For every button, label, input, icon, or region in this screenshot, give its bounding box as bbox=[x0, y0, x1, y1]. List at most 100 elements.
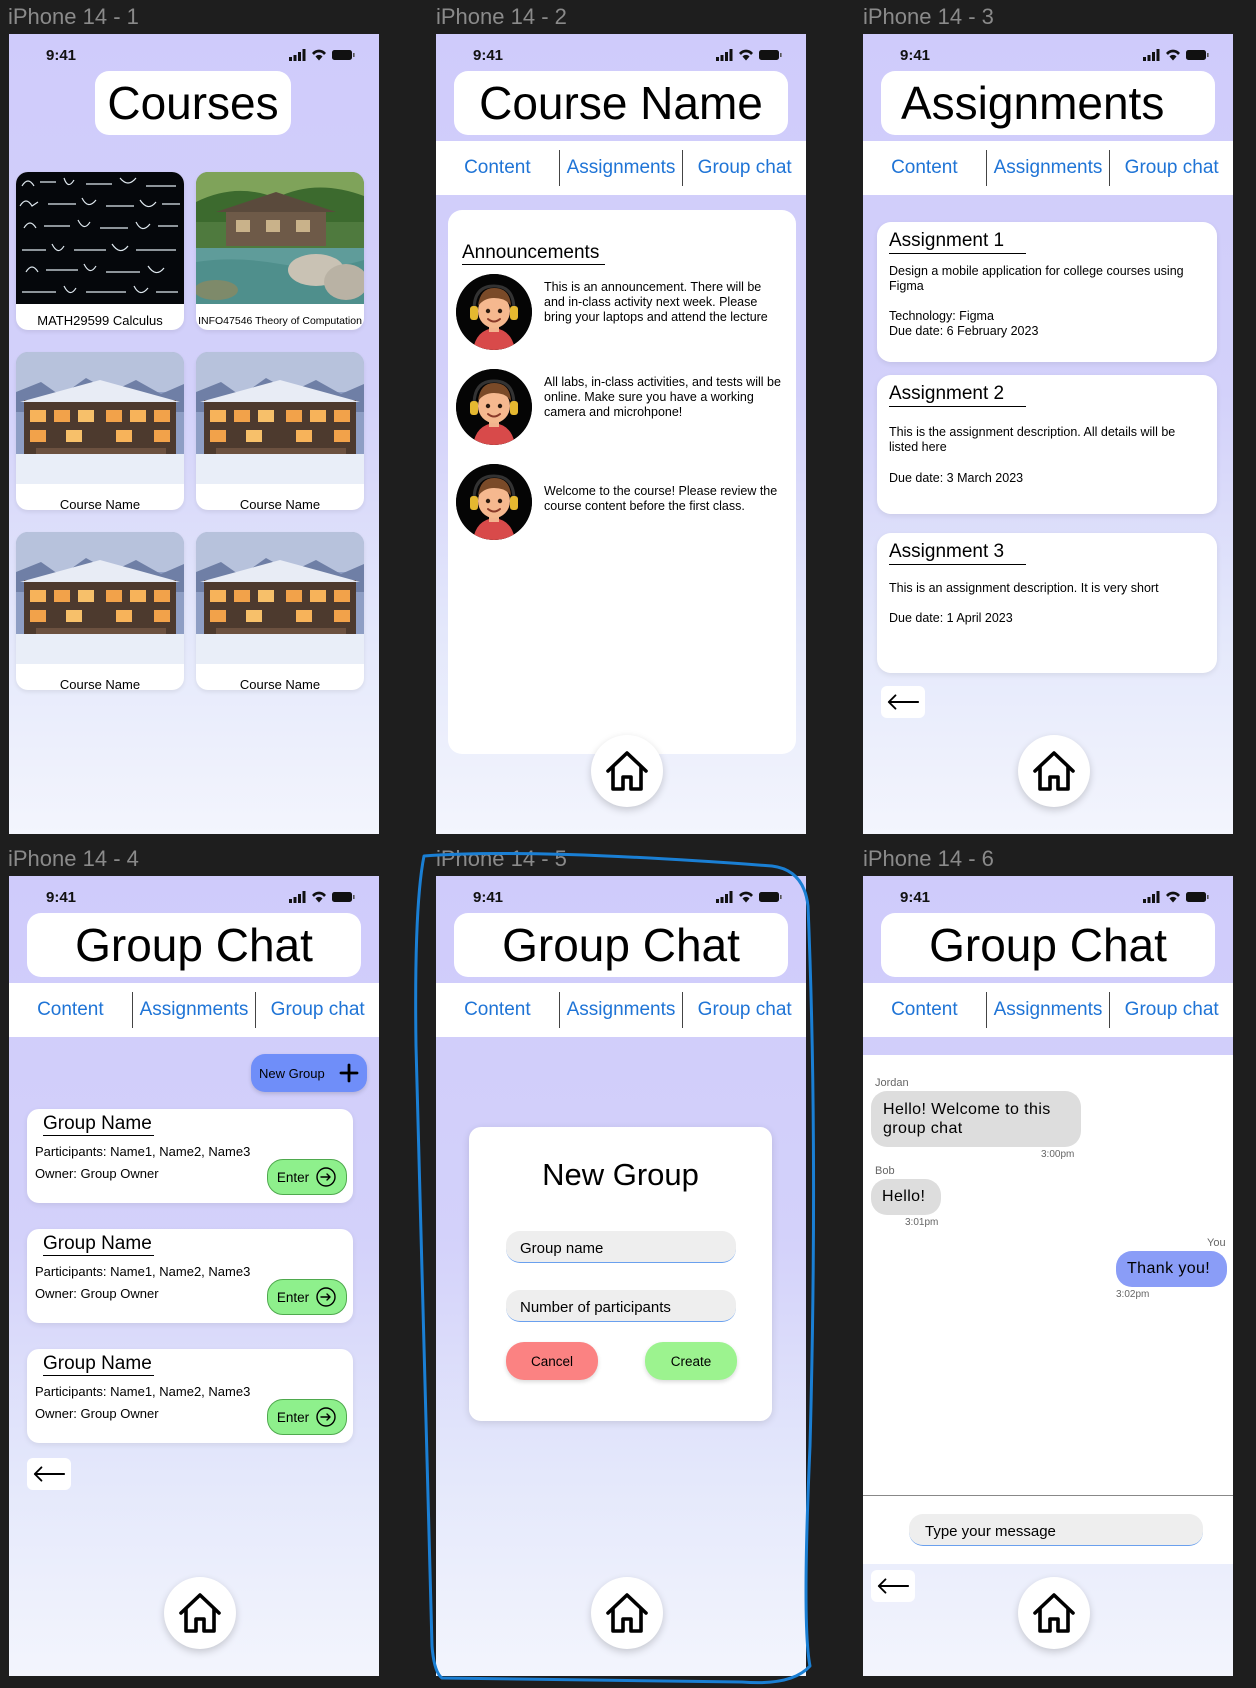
back-arrow-icon bbox=[876, 1578, 910, 1594]
status-time: 9:41 bbox=[46, 889, 77, 906]
course-name: Course Name bbox=[239, 677, 321, 690]
tab-group-chat[interactable]: Group chat bbox=[683, 150, 806, 186]
group-owner: Owner: Group Owner bbox=[35, 1406, 159, 1421]
tab-bar: Content Assignments Group chat bbox=[863, 983, 1233, 1037]
course-name: Course Name bbox=[239, 497, 321, 510]
enter-arrow-icon bbox=[316, 1287, 336, 1307]
tab-group-chat[interactable]: Group chat bbox=[1110, 150, 1233, 186]
course-card[interactable]: Course Name bbox=[16, 352, 184, 510]
message-input[interactable]: Type your message bbox=[909, 1514, 1203, 1546]
phone-courses: 9:41 Courses MATH29599 Calculus INFO4754… bbox=[9, 34, 379, 834]
enter-arrow-icon bbox=[316, 1407, 336, 1427]
group-card: Group Name Participants: Name1, Name2, N… bbox=[27, 1349, 353, 1443]
back-button[interactable] bbox=[881, 686, 925, 718]
phone-group-list: 9:41 Group Chat Content Assignments Grou… bbox=[9, 876, 379, 1676]
course-image-snow bbox=[16, 532, 184, 664]
tab-assignments[interactable]: Assignments bbox=[133, 992, 256, 1028]
tab-group-chat[interactable]: Group chat bbox=[683, 992, 806, 1028]
new-group-label: New Group bbox=[259, 1065, 325, 1081]
message-time: 3:01pm bbox=[905, 1217, 939, 1228]
assignment-card[interactable]: Assignment 1 Design a mobile application… bbox=[877, 222, 1217, 362]
tab-content[interactable]: Content bbox=[436, 992, 559, 1028]
enter-button[interactable]: Enter bbox=[267, 1159, 347, 1195]
status-time: 9:41 bbox=[46, 47, 77, 64]
tab-assignments[interactable]: Assignments bbox=[560, 150, 683, 186]
course-image-snow bbox=[196, 532, 364, 664]
assignment-card[interactable]: Assignment 2 This is the assignment desc… bbox=[877, 375, 1217, 514]
status-time: 9:41 bbox=[473, 889, 504, 906]
status-icons bbox=[716, 891, 782, 903]
tab-group-chat[interactable]: Group chat bbox=[1110, 992, 1233, 1028]
message-sender: Jordan bbox=[875, 1077, 909, 1089]
course-card[interactable]: Course Name bbox=[196, 532, 364, 690]
home-button[interactable] bbox=[591, 735, 663, 807]
frame-label-6: iPhone 14 - 6 bbox=[863, 846, 994, 871]
chat-messages: Jordan Hello! Welcome to this group chat… bbox=[863, 1055, 1233, 1496]
assignment-due-date: Due date: 1 April 2023 bbox=[889, 611, 1013, 625]
tab-assignments[interactable]: Assignments bbox=[987, 150, 1110, 186]
enter-button[interactable]: Enter bbox=[267, 1279, 347, 1315]
back-button[interactable] bbox=[27, 1458, 71, 1490]
home-button[interactable] bbox=[1018, 735, 1090, 807]
tab-group-chat[interactable]: Group chat bbox=[256, 992, 379, 1028]
announcements-panel: Announcements This is an announcement. T… bbox=[448, 210, 796, 754]
home-button[interactable] bbox=[164, 1577, 236, 1649]
announcement-item: All labs, in-class activities, and tests… bbox=[456, 369, 792, 447]
page-title: Course Name bbox=[454, 71, 788, 135]
status-icons bbox=[1143, 49, 1209, 61]
announcement-item: This is an announcement. There will be a… bbox=[456, 274, 792, 352]
status-time: 9:41 bbox=[473, 47, 504, 64]
home-button[interactable] bbox=[1018, 1577, 1090, 1649]
enter-button[interactable]: Enter bbox=[267, 1399, 347, 1435]
phone-assignments: 9:41 Assignments Content Assignments Gro… bbox=[863, 34, 1233, 834]
participants-input[interactable]: Number of participants bbox=[506, 1290, 736, 1322]
home-icon bbox=[1030, 747, 1078, 795]
message-bubble: Hello! Welcome to this group chat bbox=[871, 1091, 1081, 1147]
tab-content[interactable]: Content bbox=[9, 992, 132, 1028]
new-group-button[interactable]: New Group bbox=[251, 1054, 367, 1092]
tab-assignments[interactable]: Assignments bbox=[987, 992, 1110, 1028]
message-sender: You bbox=[1207, 1237, 1226, 1249]
assignment-card[interactable]: Assignment 3 This is an assignment descr… bbox=[877, 533, 1217, 673]
status-icons bbox=[1143, 891, 1209, 903]
tab-content[interactable]: Content bbox=[863, 150, 986, 186]
announcement-text: Welcome to the course! Please review the… bbox=[544, 484, 778, 513]
enter-label: Enter bbox=[276, 1409, 310, 1425]
home-icon bbox=[176, 1589, 224, 1637]
tab-bar: Content Assignments Group chat bbox=[9, 983, 379, 1037]
page-title: Group Chat bbox=[881, 913, 1215, 977]
new-group-dialog: New Group Group name Number of participa… bbox=[469, 1127, 772, 1421]
status-icons bbox=[289, 891, 355, 903]
group-participants: Participants: Name1, Name2, Name3 bbox=[35, 1144, 251, 1159]
message-bubble: Hello! bbox=[871, 1179, 941, 1215]
group-owner: Owner: Group Owner bbox=[35, 1166, 159, 1181]
phone-course: 9:41 Course Name Content Assignments Gro… bbox=[436, 34, 806, 834]
course-card[interactable]: Course Name bbox=[16, 532, 184, 690]
tab-bar: Content Assignments Group chat bbox=[436, 983, 806, 1037]
course-card[interactable]: MATH29599 Calculus bbox=[16, 172, 184, 330]
phone-new-group: 9:41 Group Chat Content Assignments Grou… bbox=[436, 876, 806, 1676]
assignment-title: Assignment 2 bbox=[889, 383, 1027, 407]
page-title: Courses bbox=[95, 71, 291, 135]
tab-assignments[interactable]: Assignments bbox=[560, 992, 683, 1028]
back-button[interactable] bbox=[871, 1570, 915, 1602]
tab-content[interactable]: Content bbox=[436, 150, 559, 186]
status-time: 9:41 bbox=[900, 889, 931, 906]
announcement-text: This is an announcement. There will be a… bbox=[544, 280, 768, 324]
home-button[interactable] bbox=[591, 1577, 663, 1649]
status-icons bbox=[289, 49, 355, 61]
tab-bar: Content Assignments Group chat bbox=[436, 141, 806, 195]
frame-label-5: iPhone 14 - 5 bbox=[436, 846, 567, 871]
tab-content[interactable]: Content bbox=[863, 992, 986, 1028]
group-card: Group Name Participants: Name1, Name2, N… bbox=[27, 1109, 353, 1203]
plus-icon bbox=[339, 1063, 359, 1083]
course-card[interactable]: INFO47546 Theory of Computation bbox=[196, 172, 364, 330]
course-image-math bbox=[16, 172, 184, 304]
assignment-title: Assignment 1 bbox=[889, 230, 1027, 254]
dialog-title: New Group bbox=[542, 1157, 699, 1192]
course-card[interactable]: Course Name bbox=[196, 352, 364, 510]
create-button[interactable]: Create bbox=[645, 1342, 737, 1380]
group-name-input[interactable]: Group name bbox=[506, 1231, 736, 1263]
back-arrow-icon bbox=[886, 694, 920, 710]
cancel-button[interactable]: Cancel bbox=[506, 1342, 598, 1380]
